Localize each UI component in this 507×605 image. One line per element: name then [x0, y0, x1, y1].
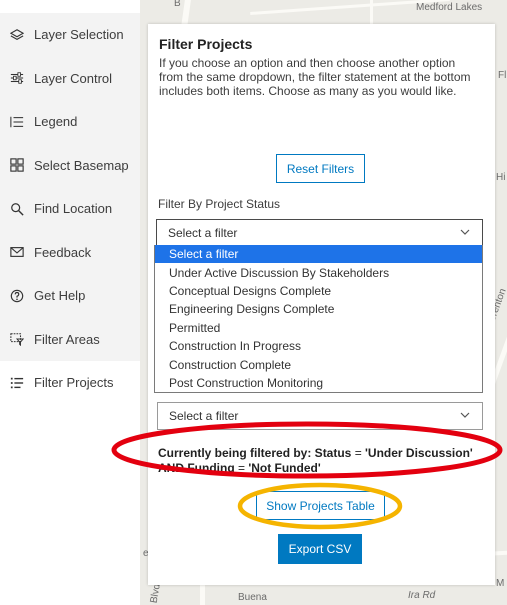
- export-csv-button[interactable]: Export CSV: [278, 534, 362, 564]
- sidebar-item-select-basemap[interactable]: Select Basemap: [0, 143, 140, 187]
- show-projects-table-button[interactable]: Show Projects Table: [256, 491, 385, 520]
- sidebar-item-label: Feedback: [34, 244, 92, 260]
- map-label: M: [496, 578, 505, 589]
- filter-equals: =: [351, 446, 366, 460]
- filter-and-funding: AND Funding: [158, 461, 235, 475]
- panel-title: Filter Projects: [159, 36, 253, 52]
- dropdown-option[interactable]: Under Active Discussion By Stakeholders: [155, 263, 482, 281]
- sidebar: Layer Selection Layer Control Legend Sel…: [0, 0, 140, 605]
- filter-prefix: Currently being filtered by: Status: [158, 446, 352, 460]
- layers-icon: [10, 28, 24, 42]
- dropdown-option[interactable]: Conceptual Designs Complete: [155, 282, 482, 300]
- sidebar-item-layer-selection[interactable]: Layer Selection: [0, 13, 140, 57]
- sidebar-item-label: Layer Control: [34, 70, 113, 86]
- map-label: Medford Lakes: [416, 2, 483, 13]
- dropdown-option[interactable]: Post Construction Monitoring: [155, 374, 482, 392]
- map-label: Ira Rd: [408, 590, 436, 601]
- dropdown-option[interactable]: Select a filter: [155, 245, 482, 264]
- current-filter-statement: Currently being filtered by: Status = 'U…: [158, 446, 488, 476]
- chevron-down-icon: [460, 229, 470, 235]
- reset-filters-button[interactable]: Reset Filters: [276, 154, 365, 183]
- project-status-dropdown: Select a filter Under Active Discussion …: [154, 245, 483, 394]
- sidebar-item-label: Select Basemap: [34, 157, 129, 173]
- map-label: Fl: [498, 70, 507, 81]
- sidebar-item-label: Layer Selection: [34, 27, 124, 43]
- help-icon: [10, 289, 24, 303]
- dropdown-option[interactable]: Engineering Designs Complete: [155, 300, 482, 318]
- dropdown-option[interactable]: Construction Complete: [155, 355, 482, 373]
- map-label: Buena: [238, 592, 267, 603]
- select-value: Select a filter: [168, 226, 238, 240]
- chevron-down-icon: [460, 412, 470, 418]
- dropdown-option[interactable]: Construction In Progress: [155, 337, 482, 355]
- sidebar-item-filter-areas[interactable]: Filter Areas: [0, 317, 140, 361]
- sidebar-item-feedback[interactable]: Feedback: [0, 230, 140, 274]
- map-label: Blvd: [148, 582, 163, 605]
- sidebar-item-label: Filter Projects: [34, 375, 114, 391]
- sidebar-item-find-location[interactable]: Find Location: [0, 187, 140, 231]
- sidebar-item-layer-control[interactable]: Layer Control: [0, 56, 140, 100]
- sidebar-list: Layer Selection Layer Control Legend Sel…: [0, 13, 140, 405]
- area-filter-icon: [10, 332, 24, 347]
- project-status-select[interactable]: Select a filter: [156, 219, 483, 247]
- select-value: Select a filter: [169, 409, 239, 423]
- dropdown-option[interactable]: Permitted: [155, 319, 482, 337]
- filter-list-icon: [10, 376, 24, 390]
- sidebar-item-legend[interactable]: Legend: [0, 100, 140, 144]
- filter-equals: =: [234, 461, 249, 475]
- sliders-icon: [10, 71, 24, 85]
- filter-status-value: 'Under Discussion': [365, 446, 473, 460]
- sidebar-item-label: Get Help: [34, 288, 86, 304]
- project-status-label: Filter By Project Status: [158, 197, 281, 211]
- sidebar-item-label: Legend: [34, 114, 78, 130]
- sidebar-item-filter-projects[interactable]: Filter Projects: [0, 361, 140, 405]
- grid-icon: [10, 158, 24, 172]
- list-icon: [10, 115, 24, 129]
- map-label: B: [174, 0, 181, 9]
- sidebar-item-get-help[interactable]: Get Help: [0, 274, 140, 318]
- filter-funding-value: 'Not Funded': [248, 461, 321, 475]
- panel-description: If you choose an option and then choose …: [159, 56, 471, 98]
- sidebar-item-label: Find Location: [34, 201, 113, 217]
- search-icon: [10, 202, 24, 216]
- envelope-icon: [10, 245, 24, 259]
- map-label: Hi: [496, 172, 506, 183]
- funding-select[interactable]: Select a filter: [157, 402, 483, 430]
- sidebar-item-label: Filter Areas: [34, 331, 100, 347]
